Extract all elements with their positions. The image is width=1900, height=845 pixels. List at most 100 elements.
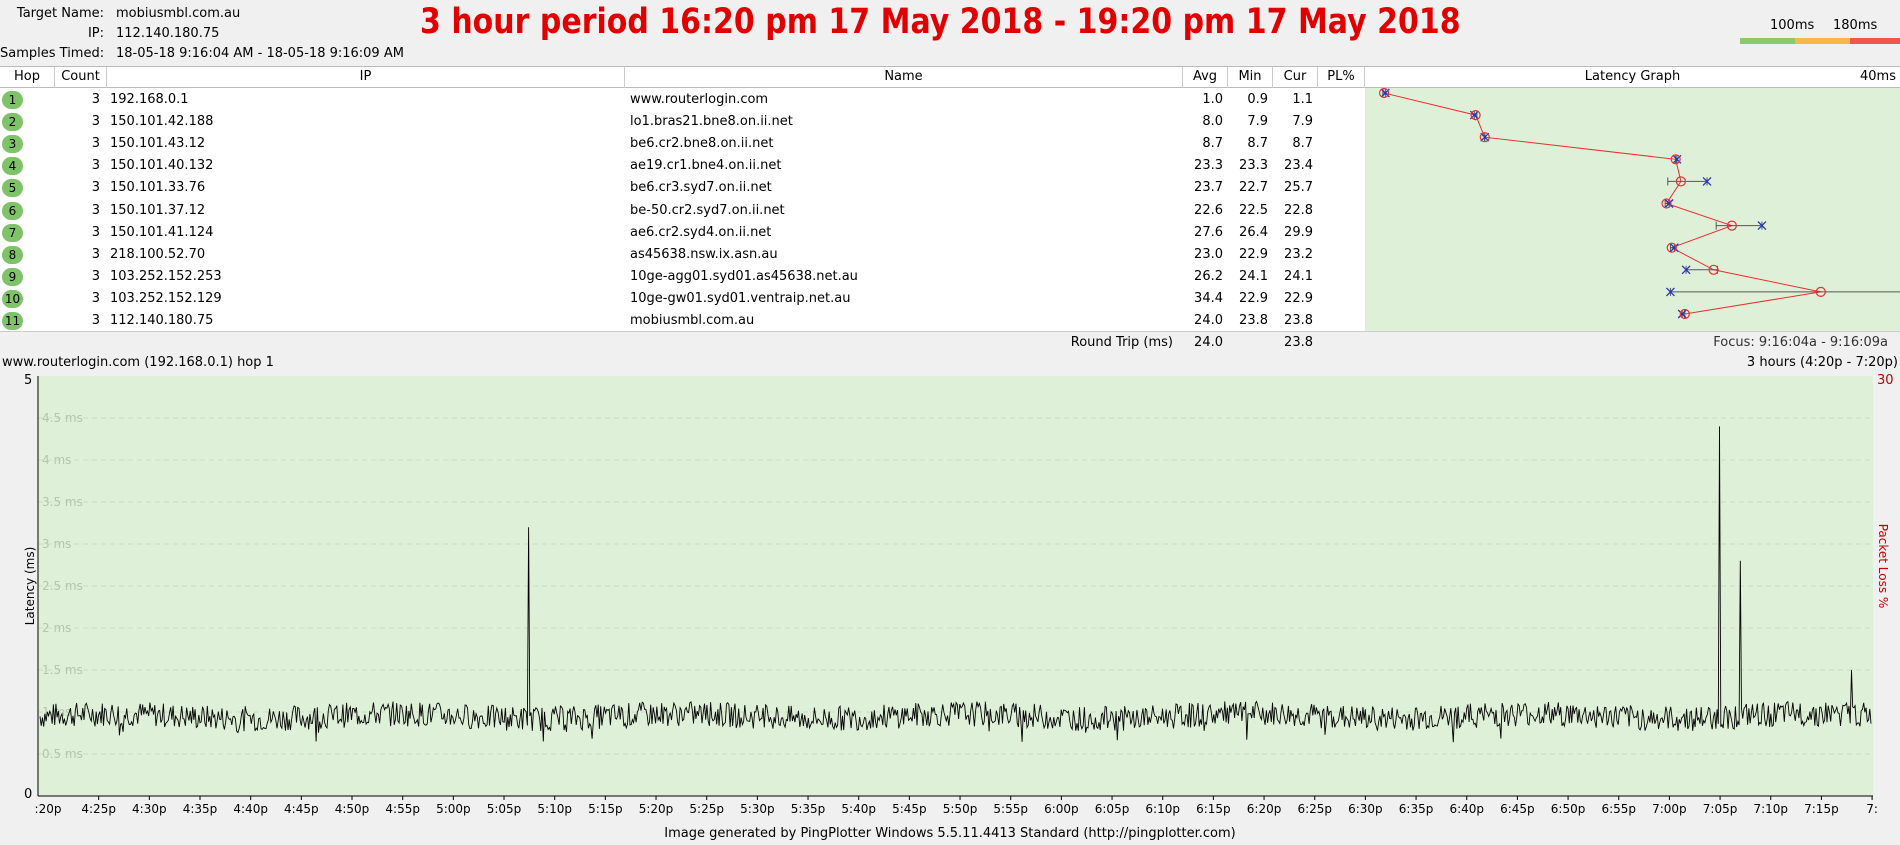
loss-axis-title: Packet Loss %: [1876, 524, 1890, 609]
hop-avg: 1.0: [1202, 92, 1223, 107]
hop-min: 23.8: [1239, 313, 1268, 328]
hop-cur: 25.7: [1284, 180, 1313, 196]
hop-row[interactable]: 8 3 218.100.52.70 as45638.nsw.ix.asn.au 23.0…: [0, 244, 1365, 266]
hop-row[interactable]: 2 3 150.101.42.188 lo1.bras21.bne8.on.ii.ne…: [0, 111, 1365, 133]
latency-time-chart[interactable]: 0.5 ms 1 ms 1.5 ms 2 ms 2.5 ms 3 ms 3.5 ms 4 ms…: [0, 370, 1900, 820]
hop-min: 22.5: [1239, 202, 1268, 218]
focus-range: Focus: 9:16:04a - 9:16:09a: [1713, 335, 1888, 350]
x-tick-label: 6:55p: [1601, 802, 1636, 816]
hop-number[interactable]: 3: [2, 135, 23, 154]
round-trip-label: Round Trip (ms): [1070, 335, 1173, 350]
hop-avg: 23.7: [1194, 180, 1223, 196]
hop-row[interactable]: 11 3 112.140.180.75 mobiusmbl.com.au 24.0 23.…: [0, 310, 1365, 332]
x-tick-label: 4:35p: [183, 802, 218, 816]
x-tick-label: 5:45p: [892, 802, 927, 816]
latency-time-chart-svg: 0.5 ms1 ms1.5 ms2 ms2.5 ms3 ms3.5 ms4 ms…: [23, 373, 1894, 816]
latency-graph-scale-max: 40ms: [1860, 69, 1896, 84]
hop-number[interactable]: 1: [2, 91, 23, 109]
col-count[interactable]: Count: [55, 67, 107, 88]
hop-row[interactable]: 5 3 150.101.33.76 be6.cr3.syd7.on.ii.net 23.…: [0, 177, 1365, 199]
latency-graph-panel[interactable]: [1365, 87, 1900, 331]
x-tick-label: 5:05p: [487, 802, 522, 816]
x-tick-label: 6:30p: [1348, 802, 1383, 816]
hop-name: ae6.cr2.syd4.on.ii.net: [630, 224, 772, 240]
hop-min: 22.9: [1239, 290, 1268, 306]
x-tick-label: 5:20p: [639, 802, 674, 816]
col-hop[interactable]: Hop: [0, 67, 55, 88]
hop-pl: [1318, 266, 1358, 288]
x-tick-label: 7:15p: [1804, 802, 1839, 816]
hop-number[interactable]: 11: [2, 312, 23, 330]
hop-min: 8.7: [1247, 136, 1268, 152]
hop-cur: 7.9: [1292, 114, 1313, 130]
hop-number[interactable]: 10: [2, 289, 23, 308]
hop-count: 3: [91, 136, 100, 152]
hop-ip: 150.101.37.12: [110, 202, 206, 218]
x-tick-label: 5:50p: [943, 802, 978, 816]
x-tick-label: 6:15p: [1196, 802, 1231, 816]
hop-count: 3: [91, 114, 100, 130]
hop-row[interactable]: 4 3 150.101.40.132 ae19.cr1.bne4.on.ii.net 2…: [0, 155, 1365, 177]
hop-row[interactable]: 7 3 150.101.41.124 ae6.cr2.syd4.on.ii.net 27…: [0, 222, 1365, 244]
hop-number[interactable]: 6: [2, 201, 23, 220]
hop-row[interactable]: 10 3 103.252.152.129 10ge-gw01.syd01.ventra…: [0, 288, 1365, 310]
x-tick-label: 6:45p: [1500, 802, 1535, 816]
hop-number[interactable]: 8: [2, 245, 23, 264]
hop-pl: [1318, 177, 1358, 199]
hop-name: lo1.bras21.bne8.on.ii.net: [630, 114, 793, 130]
y-axis-title: Latency (ms): [23, 547, 37, 626]
hop-number[interactable]: 2: [2, 113, 23, 132]
x-tick-label: 4:40p: [233, 802, 268, 816]
hop-row[interactable]: 6 3 150.101.37.12 be-50.cr2.syd7.on.ii.net 2…: [0, 200, 1365, 222]
col-latency-graph[interactable]: Latency Graph 40ms: [1365, 67, 1900, 88]
x-tick-label: 5:00p: [436, 802, 471, 816]
target-name-value: mobiusmbl.com.au: [116, 6, 241, 21]
y-axis-min-label: 0: [24, 787, 32, 802]
x-tick-label: 6:10p: [1145, 802, 1180, 816]
hop-min: 7.9: [1247, 114, 1268, 130]
col-ip[interactable]: IP: [107, 67, 625, 88]
col-min[interactable]: Min: [1228, 67, 1273, 88]
x-tick-label: 7:: [1866, 802, 1878, 816]
round-trip-avg: 24.0: [1194, 335, 1223, 350]
x-tick-label: 4:30p: [132, 802, 167, 816]
hop-min: 22.7: [1239, 180, 1268, 196]
hop-avg: 24.0: [1194, 313, 1223, 328]
hop-avg: 26.2: [1194, 268, 1223, 284]
col-avg[interactable]: Avg: [1183, 67, 1228, 88]
col-cur[interactable]: Cur: [1273, 67, 1318, 88]
hop-number[interactable]: 9: [2, 267, 23, 286]
hop-cur: 23.2: [1284, 246, 1313, 262]
hop-row[interactable]: 1 3 192.168.0.1 www.routerlogin.com 1.0 0.9 1.…: [0, 89, 1365, 111]
loss-axis-max-label: 30: [1877, 373, 1894, 388]
hop-min: 23.3: [1239, 158, 1268, 174]
y-tick-label: 0.5 ms: [42, 747, 83, 761]
col-name[interactable]: Name: [625, 67, 1183, 88]
round-trip-cur: 23.8: [1284, 335, 1313, 350]
x-tick-label: :20p: [35, 802, 62, 816]
hop-count: 3: [91, 246, 100, 262]
hop-row[interactable]: 9 3 103.252.152.253 10ge-agg01.syd01.as4563…: [0, 266, 1365, 288]
x-tick-label: 4:55p: [385, 802, 420, 816]
hop-ip: 192.168.0.1: [110, 92, 189, 107]
x-tick-label: 7:05p: [1703, 802, 1738, 816]
hop-row[interactable]: 3 3 150.101.43.12 be6.cr2.bne8.on.ii.net 8.7…: [0, 133, 1365, 155]
hop-number[interactable]: 5: [2, 179, 23, 198]
hop-count: 3: [91, 313, 100, 328]
hop-name: be-50.cr2.syd7.on.ii.net: [630, 202, 785, 218]
hop-number[interactable]: 4: [2, 157, 23, 176]
hop-number[interactable]: 7: [2, 223, 23, 242]
detail-target-label: www.routerlogin.com (192.168.0.1) hop 1: [2, 355, 274, 370]
hop-ip: 150.101.40.132: [110, 158, 214, 174]
detail-period-label: 3 hours (4:20p - 7:20p): [1746, 355, 1898, 370]
col-pl[interactable]: PL%: [1318, 67, 1365, 88]
hop-name: as45638.nsw.ix.asn.au: [630, 246, 778, 262]
legend-green-bar: [1740, 38, 1795, 44]
hop-min: 24.1: [1239, 268, 1268, 284]
hop-pl: [1318, 111, 1358, 133]
hop-name: 10ge-gw01.syd01.ventraip.net.au: [630, 290, 851, 306]
x-tick-label: 5:10p: [537, 802, 572, 816]
hop-pl: [1318, 133, 1358, 155]
hop-avg: 23.0: [1194, 246, 1223, 262]
x-tick-label: 6:00p: [1044, 802, 1079, 816]
